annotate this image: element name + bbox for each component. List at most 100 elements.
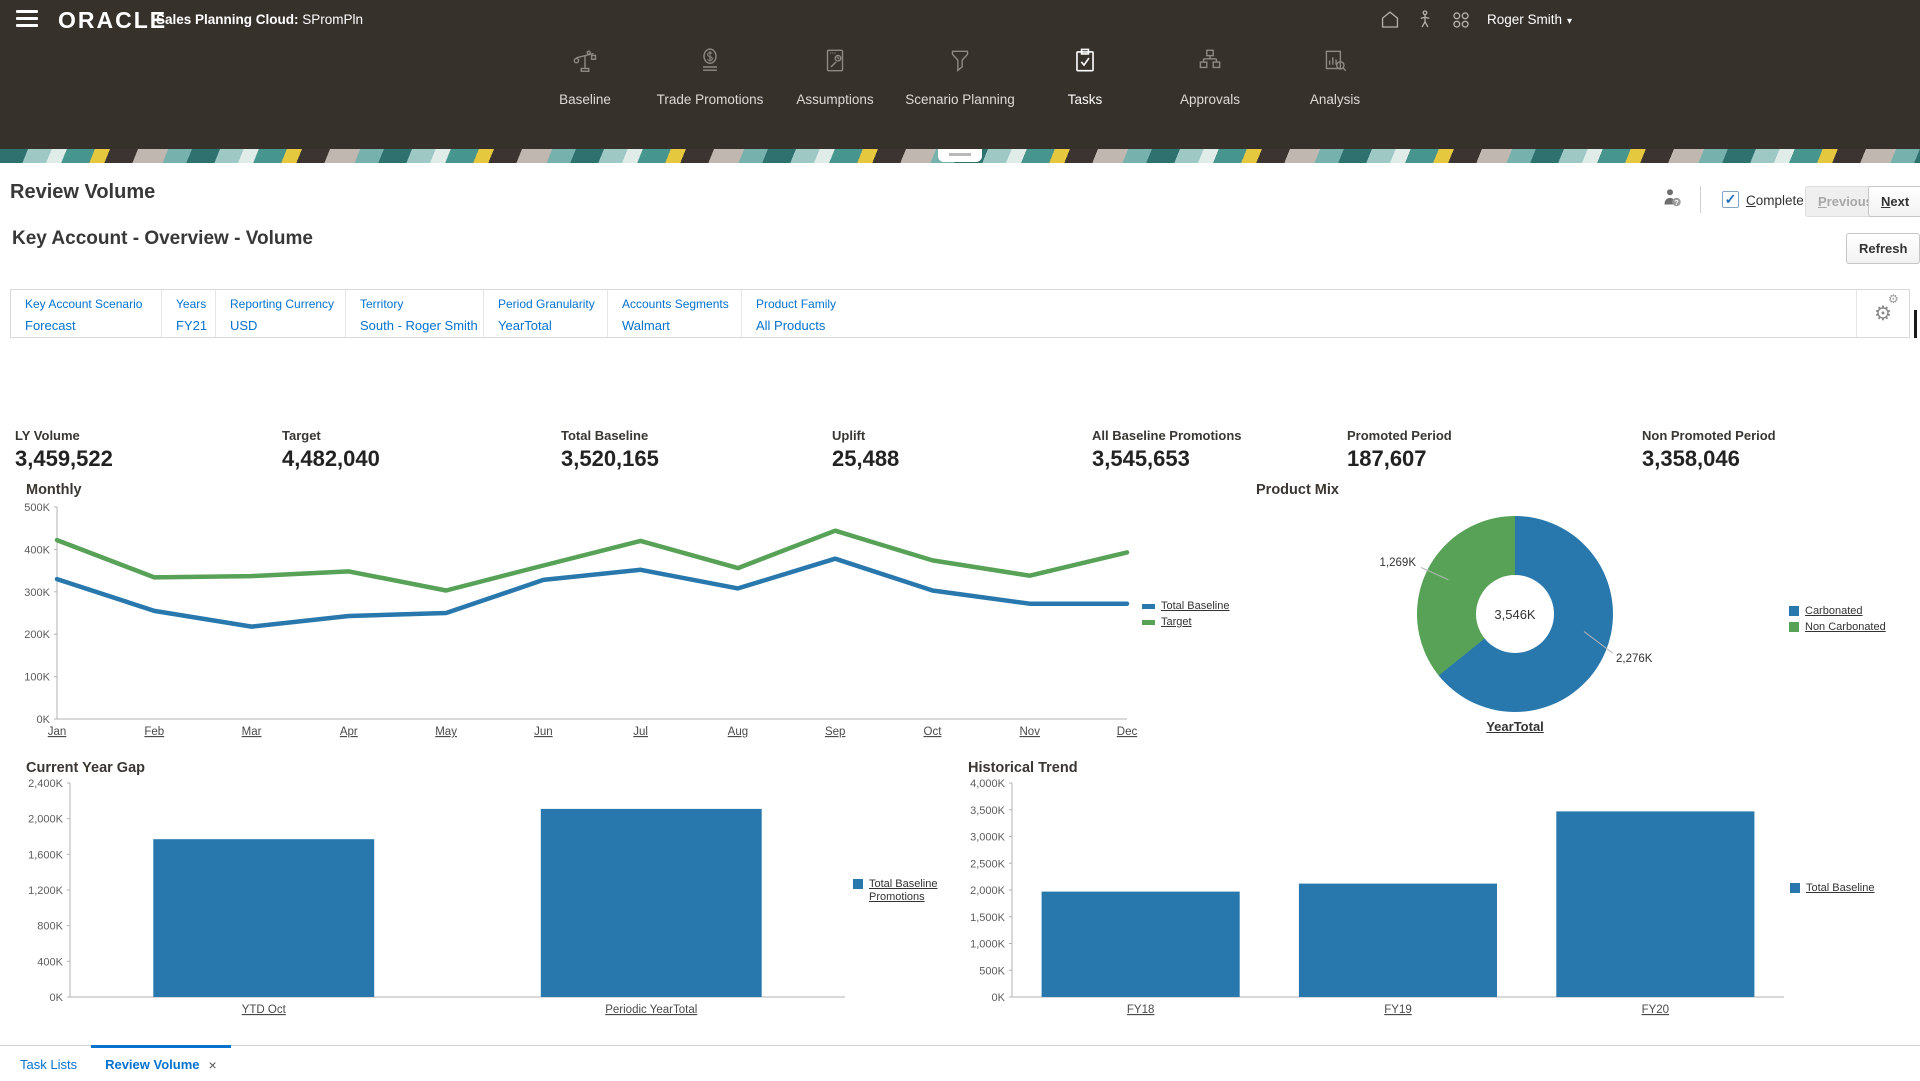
complete-checkbox[interactable]: ✓: [1722, 191, 1739, 208]
pov-value[interactable]: South - Roger Smith: [360, 318, 479, 333]
header-divider: [1700, 186, 1701, 213]
x-axis-label-feb[interactable]: Feb: [144, 726, 164, 738]
bar-periodic-yeartotal[interactable]: [541, 809, 762, 997]
pov-value[interactable]: Walmart: [622, 318, 737, 333]
task-assignee-icon[interactable]: ?: [1660, 186, 1684, 210]
pov-reporting-currency[interactable]: Reporting Currency USD: [215, 290, 345, 337]
kpi-label: All Baseline Promotions: [1092, 428, 1242, 443]
bar-ytd-oct[interactable]: [153, 839, 374, 997]
x-axis-label-may[interactable]: May: [435, 726, 457, 738]
kpi-total-baseline: Total Baseline3,520,165: [561, 428, 659, 472]
y-tick-label: 3,500K: [970, 805, 1006, 817]
nav-label: Assumptions: [773, 92, 898, 107]
x-axis-label-jun[interactable]: Jun: [534, 726, 553, 738]
x-axis-label-jan[interactable]: Jan: [48, 726, 67, 738]
complete-label[interactable]: Complete: [1746, 193, 1804, 208]
x-axis-label-jul[interactable]: Jul: [633, 726, 648, 738]
legend-label[interactable]: Non Carbonated: [1805, 621, 1886, 634]
pov-settings-button[interactable]: ⚙⚙: [1856, 290, 1909, 337]
pov-territory[interactable]: Territory South - Roger Smith: [345, 290, 483, 337]
nav-item-assumptions[interactable]: Assumptions: [773, 46, 898, 107]
tab-review-volume[interactable]: Review Volume ×: [91, 1045, 231, 1081]
x-axis-label-sep[interactable]: Sep: [825, 726, 845, 738]
nav-item-baseline[interactable]: Baseline: [523, 46, 648, 107]
pov-value[interactable]: USD: [230, 318, 341, 333]
pov-value[interactable]: All Products: [756, 318, 1852, 333]
legend-label[interactable]: Total Baseline: [1161, 600, 1230, 613]
legend-swatch: [1789, 606, 1799, 616]
legend-label[interactable]: Total Baseline Promotions: [869, 878, 948, 904]
x-axis-label-dec[interactable]: Dec: [1117, 726, 1138, 738]
tab-label[interactable]: Task Lists: [20, 1057, 77, 1072]
x-axis-label-oct[interactable]: Oct: [924, 726, 943, 738]
legend-label[interactable]: Target: [1161, 616, 1192, 629]
kpi-uplift: Uplift25,488: [832, 428, 899, 472]
y-tick-label: 2,500K: [970, 858, 1006, 870]
bar-fy19[interactable]: [1299, 884, 1497, 997]
nav-label: Baseline: [523, 92, 648, 107]
nav-item-approvals[interactable]: Approvals: [1148, 46, 1273, 107]
legend-item-target[interactable]: Target: [1142, 616, 1230, 629]
accessibility-icon[interactable]: [1412, 7, 1438, 33]
product-mix-donut-chart: 3,546K: [1417, 516, 1613, 712]
refresh-button[interactable]: Refresh: [1846, 233, 1920, 264]
pov-value[interactable]: Forecast: [25, 318, 157, 333]
pov-period-granularity[interactable]: Period Granularity YearTotal: [483, 290, 607, 337]
pov-value[interactable]: YearTotal: [498, 318, 603, 333]
donut-footer-link[interactable]: YearTotal: [1455, 719, 1575, 734]
nav-item-scenario-planning[interactable]: Scenario Planning: [898, 46, 1023, 107]
x-axis-label-apr[interactable]: Apr: [340, 726, 358, 738]
kpi-non-promoted-period: Non Promoted Period3,358,046: [1642, 428, 1776, 472]
x-axis-label-mar[interactable]: Mar: [242, 726, 262, 738]
x-axis-label-nov[interactable]: Nov: [1020, 726, 1041, 738]
x-axis-label-ytd-oct[interactable]: YTD Oct: [242, 1004, 287, 1016]
bar-fy20[interactable]: [1556, 811, 1754, 997]
kpi-label: Non Promoted Period: [1642, 428, 1776, 443]
series-line-total-baseline[interactable]: [57, 559, 1127, 627]
y-tick-label: 1,200K: [28, 885, 64, 897]
x-axis-label-periodic-yeartotal[interactable]: Periodic YearTotal: [605, 1004, 697, 1016]
legend-item-total-baseline[interactable]: Total Baseline: [1142, 600, 1230, 613]
kpi-value: 3,545,653: [1092, 446, 1242, 472]
nav-collapse-handle[interactable]: [938, 149, 982, 162]
pov-years[interactable]: Years FY21: [161, 290, 215, 337]
pov-label: Years: [176, 297, 211, 311]
nav-item-tasks[interactable]: Tasks: [1023, 46, 1148, 107]
pov-key-account-scenario[interactable]: Key Account Scenario Forecast: [11, 290, 161, 337]
nav-label: Tasks: [1023, 92, 1148, 107]
nav-label: Scenario Planning: [898, 92, 1023, 107]
legend-item-carbonated[interactable]: Carbonated: [1789, 605, 1886, 618]
next-button[interactable]: Next: [1868, 186, 1920, 217]
x-axis-label-aug[interactable]: Aug: [728, 726, 748, 738]
y-tick-label: 2,000K: [970, 885, 1006, 897]
legend-item-total-baseline[interactable]: Total Baseline: [1790, 882, 1875, 895]
app-name: SPromPln: [302, 12, 363, 27]
legend-item-non-carbonated[interactable]: Non Carbonated: [1789, 621, 1886, 634]
close-icon[interactable]: ×: [208, 1057, 216, 1073]
pov-label: Product Family: [756, 297, 1852, 311]
navigator-grid-icon[interactable]: [1448, 7, 1474, 33]
legend-label[interactable]: Carbonated: [1805, 605, 1863, 618]
y-tick-label: 200K: [24, 629, 50, 641]
pov-product-family[interactable]: Product Family All Products: [741, 290, 1856, 337]
legend-swatch: [853, 879, 863, 889]
tab-label[interactable]: Review Volume: [105, 1057, 199, 1072]
x-axis-label-fy19[interactable]: FY19: [1384, 1004, 1412, 1016]
legend-label[interactable]: Total Baseline: [1806, 882, 1875, 895]
x-axis-label-fy20[interactable]: FY20: [1642, 1004, 1670, 1016]
x-axis-label-fy18[interactable]: FY18: [1127, 1004, 1155, 1016]
home-icon[interactable]: [1377, 7, 1403, 33]
approvals-icon: [1195, 46, 1225, 76]
bar-fy18[interactable]: [1042, 892, 1240, 997]
hamburger-menu-icon[interactable]: [16, 10, 38, 27]
pov-accounts-segments[interactable]: Accounts Segments Walmart: [607, 290, 741, 337]
series-line-target[interactable]: [57, 531, 1127, 591]
tab-task-lists[interactable]: Task Lists: [6, 1045, 91, 1081]
gear-icon: ⚙: [1874, 303, 1892, 325]
user-menu[interactable]: Roger Smith▾: [1487, 12, 1572, 27]
nav-item-analysis[interactable]: Analysis: [1273, 46, 1398, 107]
legend-item-total-baseline-promotions[interactable]: Total Baseline Promotions: [853, 878, 948, 904]
pov-value[interactable]: FY21: [176, 318, 211, 333]
nav-item-trade-promotions[interactable]: Trade Promotions: [648, 46, 773, 107]
kpi-promoted-period: Promoted Period187,607: [1347, 428, 1452, 472]
